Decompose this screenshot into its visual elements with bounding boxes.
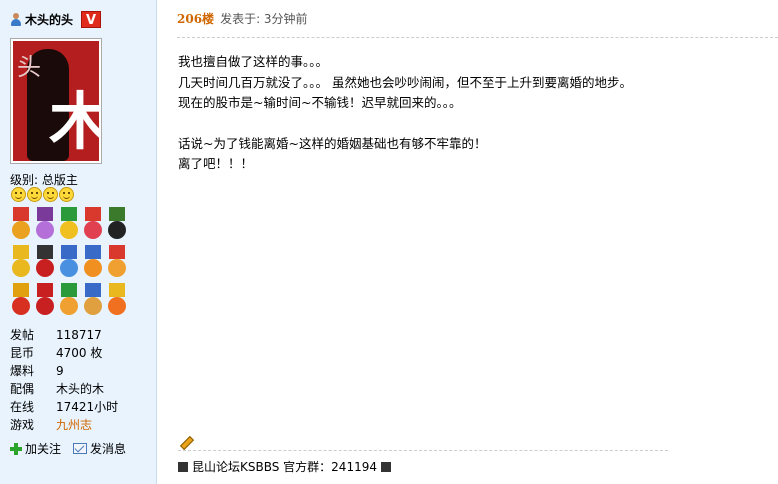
signature-text: 昆山论坛KSBBS 官方群：241194 (192, 460, 377, 474)
stat-row: 配偶 木头的木 (10, 382, 105, 396)
medal-icon[interactable] (106, 207, 128, 241)
plus-icon (10, 442, 22, 455)
stat-row-game: 游戏 九州志 (10, 416, 93, 434)
user-stats: 发帖 118717 昆币 4700 枚 爆料 9 配偶 木头的木 在线 17421小时 游… (10, 326, 118, 434)
stat-row: 在线 17421小时 (10, 400, 119, 414)
follow-button[interactable]: 加关注 (10, 440, 61, 457)
post-body: 我也擅自做了这样的事。。。 几天时间几百万就没了。。。 虽然她也会吵吵闹闹，但不… (178, 52, 632, 175)
medal-icon[interactable] (34, 283, 56, 317)
avatar-text-top: 头 (17, 53, 41, 81)
stat-row: 发帖 118717 (10, 328, 102, 342)
post-line: 几天时间几百万就没了。。。 虽然她也会吵吵闹闹，但不至于上升到要离婚的地步。 (178, 74, 632, 90)
rank-smiley-icon (43, 187, 58, 202)
post-header: 206楼 发表于: 3分钟前 (177, 10, 308, 28)
signature: 昆山论坛KSBBS 官方群：241194 (178, 458, 391, 475)
medal-icon[interactable] (34, 207, 56, 241)
message-icon (73, 443, 88, 454)
user-level: 级别: 总版主 (10, 173, 78, 187)
rank-smiley-icon (27, 187, 42, 202)
medal-icon[interactable] (34, 245, 56, 279)
avatar-text-big: 木 (49, 85, 99, 158)
medal-icon[interactable] (58, 283, 80, 317)
medal-grid (10, 207, 130, 317)
medal-icon[interactable] (106, 283, 128, 317)
floor-number[interactable]: 206楼 (177, 10, 214, 27)
user-icon (10, 12, 22, 26)
post-line: 话说~为了钱能离婚~这样的婚姻基础也有够不牢靠的！ (178, 135, 487, 151)
rank-stars (11, 187, 74, 202)
post-line: 离了吧！！！ (178, 156, 254, 171)
header-divider (177, 37, 778, 38)
signature-divider (178, 450, 668, 451)
medal-icon[interactable] (10, 207, 32, 241)
medal-icon[interactable] (106, 245, 128, 279)
stat-row: 爆料 9 (10, 364, 64, 378)
medal-icon[interactable] (82, 245, 104, 279)
medal-icon[interactable] (82, 207, 104, 241)
rank-smiley-icon (59, 187, 74, 202)
pencil-icon (178, 435, 192, 449)
square-icon (178, 461, 188, 472)
user-header: 木头的头 V (10, 10, 102, 28)
medal-icon[interactable] (10, 283, 32, 317)
send-message-button[interactable]: 发消息 (73, 440, 126, 457)
post-line: 现在的股市是~输时间~不输钱！迟早就回来的。。。 (178, 95, 462, 110)
vip-badge: V (81, 10, 102, 28)
user-actions: 加关注 发消息 (10, 440, 126, 457)
rank-smiley-icon (11, 187, 26, 202)
post-line: 我也擅自做了这样的事。。。 (178, 54, 329, 69)
medal-icon[interactable] (10, 245, 32, 279)
medal-icon[interactable] (58, 207, 80, 241)
post-line-blank (178, 114, 632, 134)
stat-row: 昆币 4700 枚 (10, 346, 103, 360)
author-sidebar: 木头的头 V 头 木 级别: 总版主 发帖 118717 昆币 4700 枚 爆料 9… (0, 0, 157, 484)
username-link[interactable]: 木头的头 (25, 11, 73, 28)
square-icon (380, 461, 391, 472)
avatar[interactable]: 头 木 (10, 38, 102, 164)
game-link[interactable]: 九州志 (56, 416, 92, 434)
medal-icon[interactable] (58, 245, 80, 279)
post-content: 206楼 发表于: 3分钟前 我也擅自做了这样的事。。。 几天时间几百万就没了。… (158, 0, 778, 484)
medal-icon[interactable] (82, 283, 104, 317)
post-time: 发表于: 3分钟前 (220, 12, 308, 26)
